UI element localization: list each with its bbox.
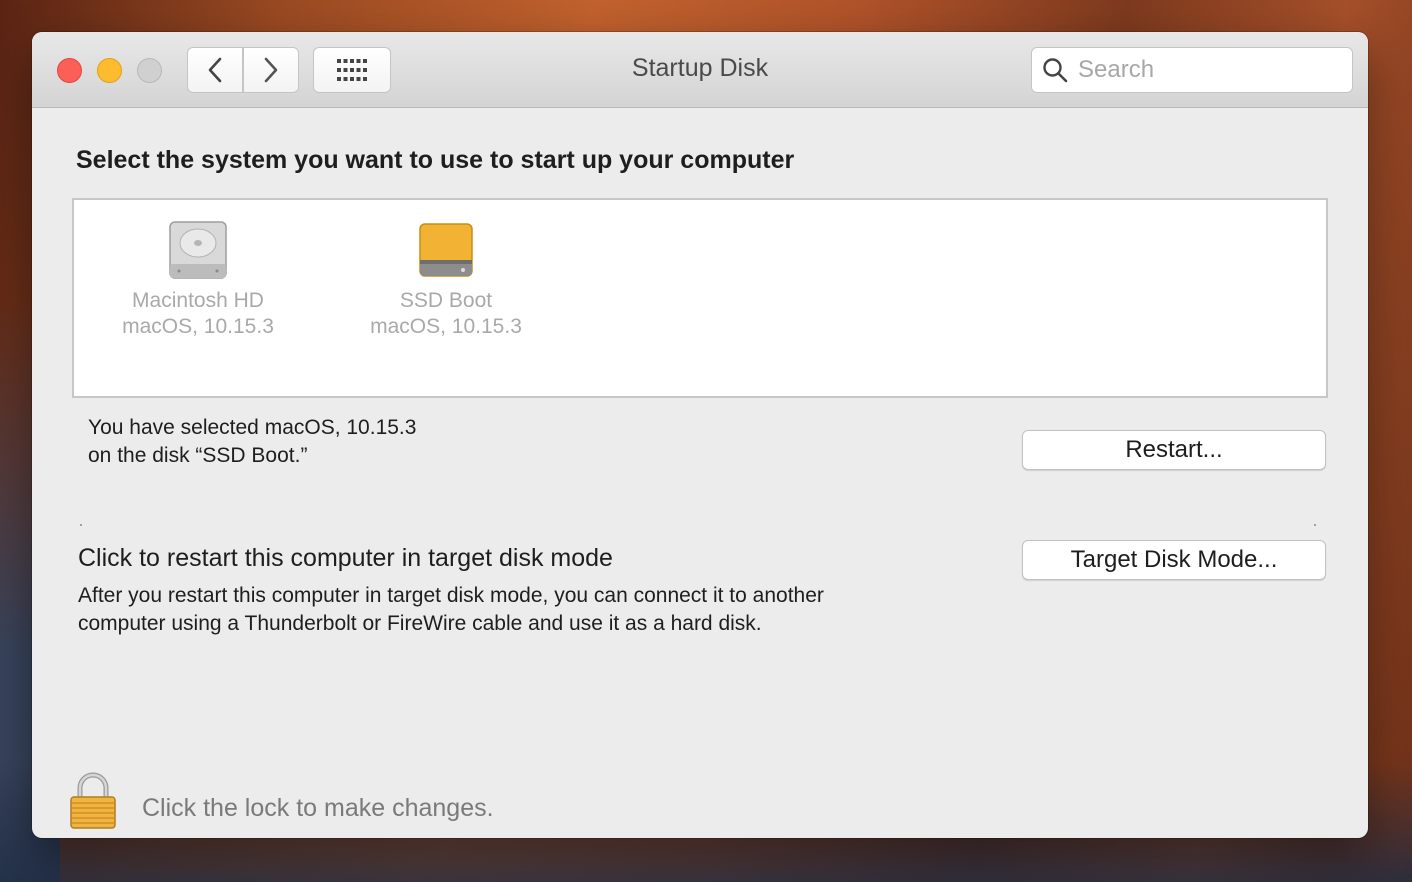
chevron-left-icon — [208, 57, 222, 83]
disk-os-version: macOS, 10.15.3 — [370, 315, 522, 338]
disk-item-macintosh-hd[interactable]: Macintosh HD macOS, 10.15.3 — [98, 220, 298, 340]
restart-button[interactable]: Restart... — [1022, 430, 1326, 470]
minimize-button[interactable] — [97, 58, 122, 83]
disk-os-version: macOS, 10.15.3 — [122, 315, 274, 338]
disk-item-ssd-boot[interactable]: SSD Boot macOS, 10.15.3 — [346, 220, 546, 340]
disk-list: Macintosh HD macOS, 10.15.3 SSD Boot mac… — [72, 198, 1328, 398]
lock-icon[interactable] — [68, 772, 118, 830]
system-preferences-window: Startup Disk Select the system you want … — [32, 32, 1368, 838]
target-disk-mode-description: After you restart this computer in targe… — [78, 584, 824, 635]
disk-name: Macintosh HD — [132, 289, 264, 312]
status-line-1: You have selected macOS, 10.15.3 — [88, 416, 417, 439]
close-button[interactable] — [57, 58, 82, 83]
chevron-right-icon — [264, 57, 278, 83]
disk-name: SSD Boot — [399, 289, 493, 312]
status-line-2: on the disk “SSD Boot.” — [88, 444, 308, 467]
show-all-button[interactable] — [313, 47, 391, 93]
hard-disk-icon — [169, 221, 227, 279]
forward-button[interactable] — [243, 47, 299, 93]
target-disk-mode-title: Click to restart this computer in target… — [78, 544, 613, 572]
target-disk-mode-button[interactable]: Target Disk Mode... — [1022, 540, 1326, 580]
selection-status: You have selected macOS, 10.15.3 on the … — [88, 414, 416, 470]
page-heading: Select the system you want to use to sta… — [76, 146, 795, 174]
back-button[interactable] — [187, 47, 243, 93]
search-field[interactable] — [1031, 47, 1353, 93]
separator-dot — [1314, 524, 1316, 526]
separator-dot — [80, 524, 82, 526]
external-disk-icon — [419, 223, 473, 277]
startup-disk-pane: Select the system you want to use to sta… — [32, 108, 1368, 838]
search-input[interactable] — [1078, 56, 1338, 84]
search-icon — [1043, 58, 1068, 83]
zoom-button — [137, 58, 162, 83]
lock-message: Click the lock to make changes. — [142, 794, 494, 822]
titlebar: Startup Disk — [32, 32, 1368, 108]
grid-icon — [337, 59, 367, 81]
